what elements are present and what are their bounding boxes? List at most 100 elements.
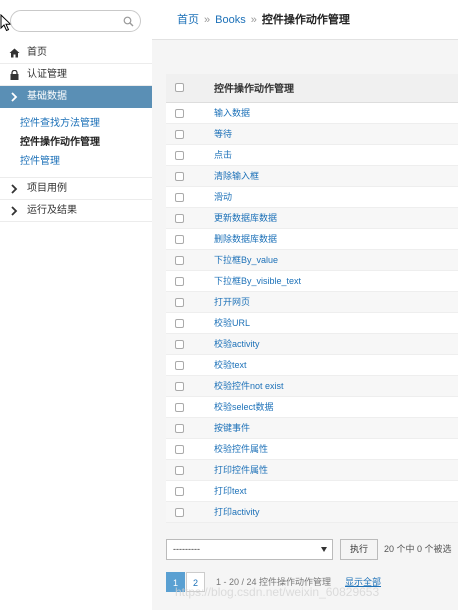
row-link[interactable]: 打印activity <box>214 507 260 517</box>
row-link[interactable]: 按键事件 <box>214 423 250 433</box>
row-checkbox-cell <box>166 102 214 124</box>
breadcrumb-books-link[interactable]: Books <box>215 14 246 26</box>
row-link[interactable]: 下拉框By_visible_text <box>214 276 301 286</box>
table-row: 校验控件属性 <box>166 438 458 460</box>
column-header[interactable]: 控件操作动作管理 <box>214 74 458 103</box>
row-checkbox-cell <box>166 417 214 439</box>
table-header-row: 控件操作动作管理 <box>166 74 458 103</box>
breadcrumb-current: 控件操作动作管理 <box>261 14 350 26</box>
row-checkbox-cell <box>166 165 214 187</box>
breadcrumb: 首页 » Books » 控件操作动作管理 <box>152 0 458 40</box>
sidebar-item-auth[interactable]: 认证管理 <box>0 64 152 86</box>
table-row: 删除数据库数据 <box>166 228 458 250</box>
table-row: 校验URL <box>166 312 458 334</box>
row-link[interactable]: 校验URL <box>214 318 250 328</box>
search-icon[interactable] <box>123 16 134 27</box>
breadcrumb-separator: » <box>204 14 211 26</box>
row-checkbox-cell <box>166 207 214 229</box>
table-row: 打印activity <box>166 501 458 523</box>
row-checkbox-cell <box>166 186 214 208</box>
row-link[interactable]: 校验控件属性 <box>214 444 268 454</box>
row-link[interactable]: 输入数据 <box>214 108 250 118</box>
row-checkbox-cell <box>166 375 214 397</box>
sidebar-subitem-control-actions[interactable]: 控件操作动作管理 <box>0 133 152 152</box>
chevron-right-icon <box>11 184 18 194</box>
row-checkbox[interactable] <box>175 339 184 349</box>
row-checkbox[interactable] <box>175 423 184 433</box>
sidebar-item-label: 基础数据 <box>27 91 67 102</box>
sidebar-item-home[interactable]: 首页 <box>0 42 152 64</box>
sidebar-item-run-results[interactable]: 运行及结果 <box>0 200 152 222</box>
row-link[interactable]: 打印text <box>214 486 247 496</box>
row-link[interactable]: 下拉框By_value <box>214 255 278 265</box>
table-row: 清除输入框 <box>166 165 458 187</box>
execute-button[interactable]: 执行 <box>340 539 378 560</box>
select-all-checkbox[interactable] <box>175 83 184 93</box>
row-checkbox[interactable] <box>175 297 184 307</box>
row-checkbox[interactable] <box>175 444 184 454</box>
row-link[interactable]: 校验select数据 <box>214 402 274 412</box>
row-checkbox-cell <box>166 333 214 355</box>
row-link[interactable]: 等待 <box>214 129 232 139</box>
table-row: 校验select数据 <box>166 396 458 418</box>
row-checkbox[interactable] <box>175 507 184 517</box>
row-link[interactable]: 删除数据库数据 <box>214 234 277 244</box>
row-checkbox[interactable] <box>175 381 184 391</box>
main-content: 首页 » Books » 控件操作动作管理 控件操作动作管理 输入数据 等待 点击 清除输入框… <box>152 0 458 610</box>
row-name-cell: 更新数据库数据 <box>214 207 458 229</box>
row-checkbox[interactable] <box>175 465 184 475</box>
row-checkbox[interactable] <box>175 129 184 139</box>
action-select[interactable]: --------- <box>166 539 333 560</box>
row-link[interactable]: 打开网页 <box>214 297 250 307</box>
row-checkbox[interactable] <box>175 150 184 160</box>
row-checkbox-cell <box>166 480 214 502</box>
row-checkbox[interactable] <box>175 402 184 412</box>
row-checkbox[interactable] <box>175 213 184 223</box>
row-checkbox[interactable] <box>175 192 184 202</box>
row-name-cell: 下拉框By_visible_text <box>214 270 458 292</box>
row-checkbox[interactable] <box>175 234 184 244</box>
row-link[interactable]: 点击 <box>214 150 232 160</box>
row-checkbox[interactable] <box>175 171 184 181</box>
table-row: 点击 <box>166 144 458 166</box>
row-name-cell: 打印activity <box>214 501 458 523</box>
row-checkbox[interactable] <box>175 360 184 370</box>
row-checkbox[interactable] <box>175 276 184 286</box>
table-row: 打印text <box>166 480 458 502</box>
row-link[interactable]: 校验activity <box>214 339 260 349</box>
sidebar-subitem-controls[interactable]: 控件管理 <box>0 152 152 171</box>
breadcrumb-home-link[interactable]: 首页 <box>177 14 199 26</box>
table-row: 打开网页 <box>166 291 458 313</box>
row-checkbox[interactable] <box>175 486 184 496</box>
row-name-cell: 校验控件not exist <box>214 375 458 397</box>
row-name-cell: 校验URL <box>214 312 458 334</box>
row-name-cell: 清除输入框 <box>214 165 458 187</box>
row-name-cell: 校验控件属性 <box>214 438 458 460</box>
row-checkbox-cell <box>166 228 214 250</box>
row-name-cell: 打印text <box>214 480 458 502</box>
sidebar-nav: 首页 认证管理 基础数据 控件查找方法管理 控件操作动作管理 控件管理 项目用例 <box>0 42 160 222</box>
row-name-cell: 打开网页 <box>214 291 458 313</box>
row-checkbox[interactable] <box>175 108 184 118</box>
table-row: 下拉框By_value <box>166 249 458 271</box>
row-link[interactable]: 更新数据库数据 <box>214 213 277 223</box>
table-row: 打印控件属性 <box>166 459 458 481</box>
row-link[interactable]: 打印控件属性 <box>214 465 268 475</box>
sidebar-item-project-cases[interactable]: 项目用例 <box>0 178 152 200</box>
search-box[interactable] <box>10 10 141 32</box>
sidebar-item-base-data[interactable]: 基础数据 <box>0 86 160 108</box>
row-checkbox[interactable] <box>175 255 184 265</box>
search-input[interactable] <box>19 14 124 28</box>
row-link[interactable]: 校验text <box>214 360 247 370</box>
row-name-cell: 滑动 <box>214 186 458 208</box>
sidebar-subitem-locator-methods[interactable]: 控件查找方法管理 <box>0 114 152 133</box>
row-name-cell: 点击 <box>214 144 458 166</box>
row-checkbox-cell <box>166 270 214 292</box>
lock-icon <box>10 70 19 80</box>
dropdown-arrow-icon <box>321 547 327 552</box>
row-link[interactable]: 滑动 <box>214 192 232 202</box>
results-table: 控件操作动作管理 输入数据 等待 点击 清除输入框 滑动 更新数据库数据 删除数据库数据 下拉… <box>166 74 458 523</box>
row-link[interactable]: 校验控件not exist <box>214 381 284 391</box>
row-checkbox[interactable] <box>175 318 184 328</box>
row-link[interactable]: 清除输入框 <box>214 171 259 181</box>
